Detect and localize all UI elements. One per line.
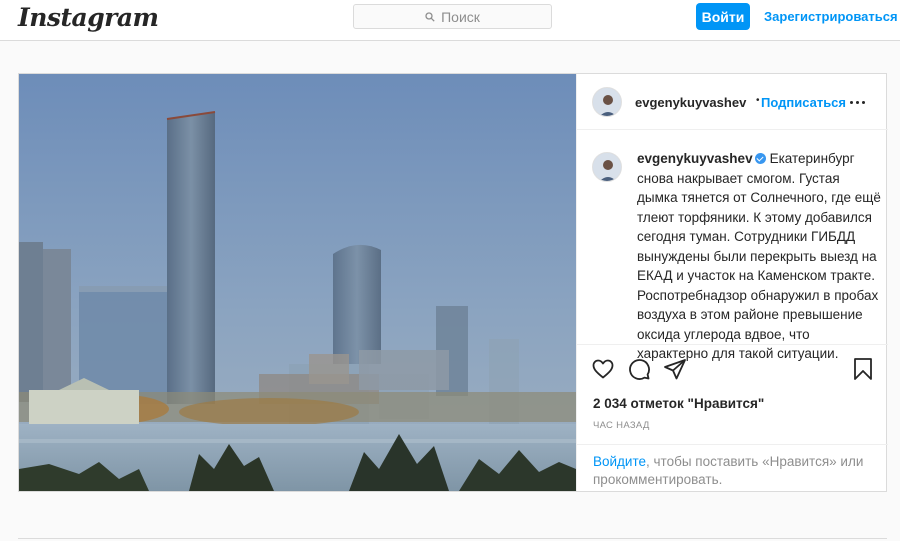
search-placeholder: Поиск <box>441 8 480 25</box>
post-photo[interactable] <box>19 74 576 491</box>
post-timestamp[interactable]: ЧАС НАЗАД <box>593 420 650 431</box>
avatar-image <box>593 88 621 116</box>
footer-divider <box>18 538 887 539</box>
follow-button[interactable]: Подписаться <box>761 95 846 110</box>
signup-link[interactable]: Зарегистрироваться <box>764 9 898 24</box>
login-button[interactable]: Войти <box>696 3 750 30</box>
comment-icon[interactable] <box>627 357 651 381</box>
post-card: evgenykuyvashev • Подписаться evgenykuyv… <box>18 73 888 492</box>
separator-dot: • <box>756 95 760 106</box>
search-input[interactable]: Поиск <box>353 4 552 29</box>
likes-count[interactable]: 2 034 отметок "Нравится" <box>593 396 764 411</box>
avatar[interactable] <box>592 87 622 117</box>
post-header: evgenykuyvashev • Подписаться <box>577 74 888 130</box>
caption-text: Екатеринбург снова накрывает смогом. Гус… <box>637 151 881 361</box>
post-sidebar: evgenykuyvashev • Подписаться evgenykuyv… <box>576 74 888 491</box>
more-options-icon[interactable] <box>850 101 865 104</box>
smog-city-photo <box>19 74 576 491</box>
verified-badge-icon <box>754 153 766 164</box>
heart-icon[interactable] <box>591 357 615 381</box>
post-author-username[interactable]: evgenykuyvashev <box>635 95 746 110</box>
login-prompt-link[interactable]: Войдите <box>593 454 646 469</box>
instagram-logo[interactable]: Instagram <box>18 3 159 32</box>
top-navigation-bar: Instagram Поиск Войти Зарегистрироваться <box>0 0 900 41</box>
search-icon <box>425 11 435 22</box>
caption-username[interactable]: evgenykuyvashev <box>637 151 753 166</box>
login-prompt: Войдите, чтобы поставить «Нравится» или … <box>577 444 888 491</box>
share-icon[interactable] <box>663 357 687 381</box>
post-caption: evgenykuyvashev Екатеринбург снова накрыв… <box>592 149 882 364</box>
post-actions <box>577 344 888 380</box>
bookmark-icon[interactable] <box>851 357 875 381</box>
